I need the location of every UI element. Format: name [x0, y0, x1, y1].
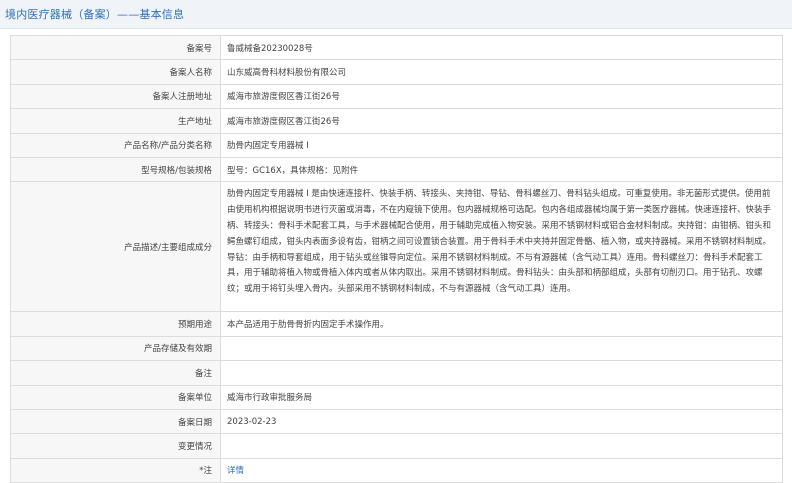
storage-validity [221, 336, 783, 361]
product-description: 肋骨内固定专用器械 I 是由快速连接杆、快装手柄、转接头、夹持钳、导钻、骨科螺丝… [221, 182, 783, 312]
page-header: 境内医疗器械（备案）——基本信息 [0, 0, 792, 29]
table-row: 产品描述/主要组成成分 肋骨内固定专用器械 I 是由快速连接杆、快装手柄、转接头… [11, 182, 783, 313]
row-label: 变更情况 [11, 434, 221, 458]
row-label: 备案人注册地址 [11, 84, 221, 109]
model-spec: 型号：GC16X，具体规格：见附件 [221, 157, 783, 182]
row-label: 预期用途 [11, 312, 221, 336]
row-label: 备案人名称 [11, 60, 221, 84]
table-row: 预期用途 本产品适用于肋骨骨折内固定手术操作用。 [11, 312, 783, 337]
row-label: 备案号 [11, 36, 221, 60]
page-title: 境内医疗器械（备案）——基本信息 [5, 8, 185, 21]
note-cell: 详情 [221, 458, 783, 483]
details-link[interactable]: 详情 [227, 464, 244, 476]
row-label: 生产地址 [11, 109, 221, 133]
change-info [221, 434, 783, 458]
table-row: 产品名称/产品分类名称 肋骨内固定专用器械 I [11, 133, 783, 158]
table-row: 备注 [11, 361, 783, 386]
product-name: 肋骨内固定专用器械 I [221, 133, 783, 157]
registrant-address: 威海市旅游度假区香江街26号 [221, 84, 783, 109]
intended-use: 本产品适用于肋骨骨折内固定手术操作用。 [221, 312, 783, 336]
row-label: 产品名称/产品分类名称 [11, 133, 221, 157]
table-row: 备案人名称 山东威高骨科材料股份有限公司 [11, 60, 783, 85]
table-row: 备案单位 威海市行政审批服务局 [11, 385, 783, 410]
row-label: 产品存储及有效期 [11, 336, 221, 361]
production-address: 威海市旅游度假区香江街26号 [221, 109, 783, 133]
table-row: 变更情况 [11, 434, 783, 459]
table-row: 型号规格/包装规格 型号：GC16X，具体规格：见附件 [11, 157, 783, 183]
row-label: 备案日期 [11, 409, 221, 434]
registrant-name: 山东威高骨科材料股份有限公司 [221, 60, 783, 84]
table-row: 备案人注册地址 威海市旅游度假区香江街26号 [11, 84, 783, 110]
filing-date: 2023-02-23 [221, 409, 783, 434]
registration-number: 鲁威械备20230028号 [221, 36, 783, 60]
table-row: 备案日期 2023-02-23 [11, 409, 783, 435]
info-table: 备案号 鲁威械备20230028号 备案人名称 山东威高骨科材料股份有限公司 备… [10, 35, 783, 483]
table-row: 备案号 鲁威械备20230028号 [11, 36, 783, 61]
row-label: *注 [11, 458, 221, 483]
table-row: 生产地址 威海市旅游度假区香江街26号 [11, 109, 783, 134]
row-label: 备案单位 [11, 385, 221, 409]
remarks [221, 361, 783, 385]
row-label: 型号规格/包装规格 [11, 157, 221, 182]
row-label: 产品描述/主要组成成分 [11, 182, 221, 312]
table-row: 产品存储及有效期 [11, 336, 783, 362]
filing-unit: 威海市行政审批服务局 [221, 385, 783, 409]
row-label: 备注 [11, 361, 221, 385]
